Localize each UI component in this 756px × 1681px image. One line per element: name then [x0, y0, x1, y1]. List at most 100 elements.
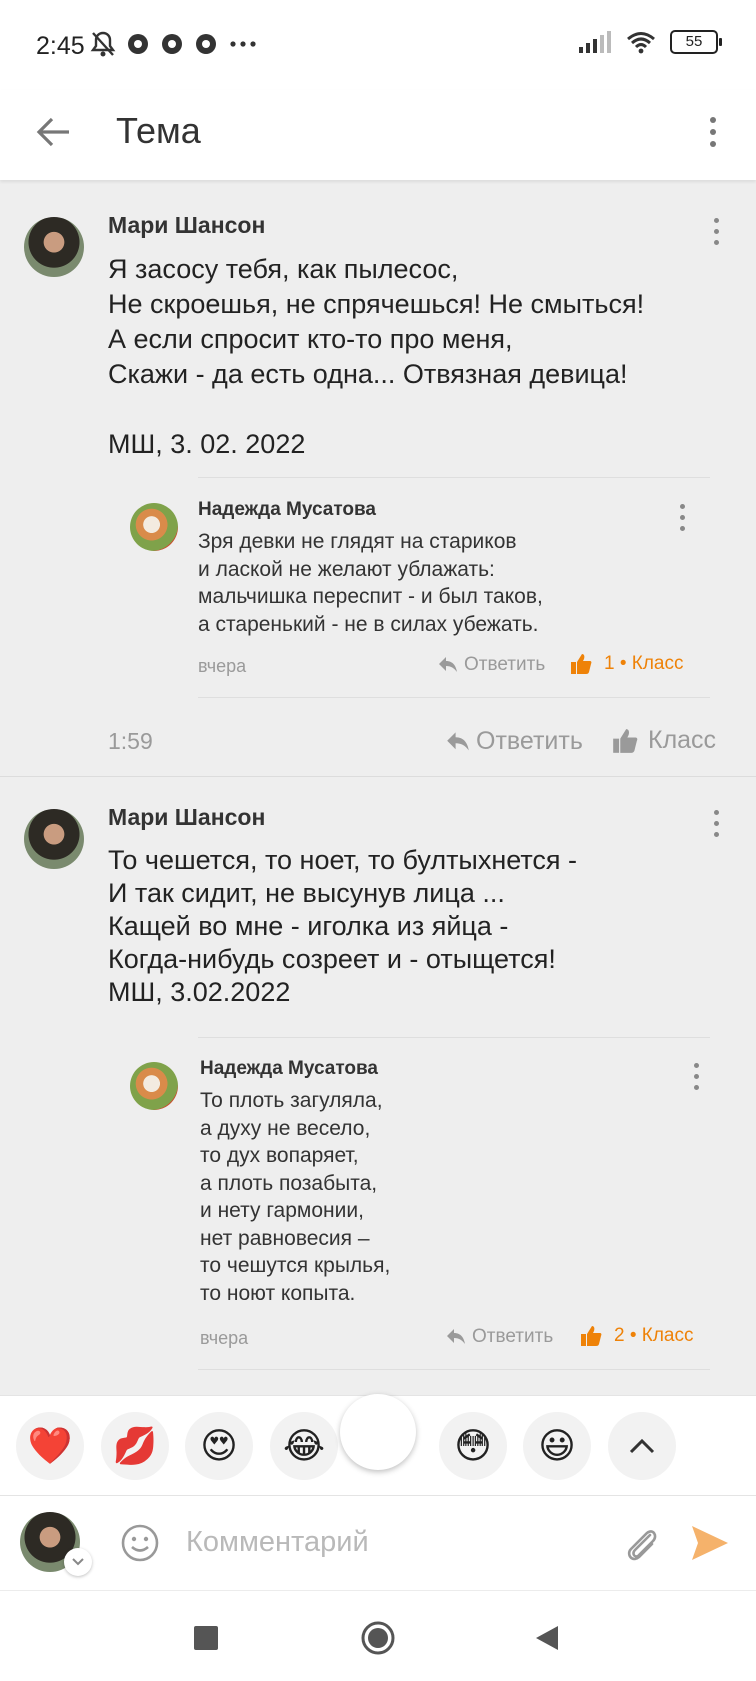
thumbs-up-icon — [581, 1326, 602, 1346]
dot — [714, 832, 719, 837]
bell-off-icon — [90, 31, 116, 57]
status-notification-icons — [90, 30, 258, 58]
expand-reactions-button[interactable] — [608, 1412, 676, 1480]
dot — [694, 1074, 699, 1079]
post-text: Я засосу тебя, как пылесос, Не скроешья,… — [108, 254, 645, 459]
post-menu-button[interactable] — [714, 218, 719, 245]
home-circle-icon — [361, 1621, 395, 1655]
divider — [198, 1369, 710, 1370]
app-bar: Тема — [0, 90, 756, 180]
send-icon — [692, 1526, 728, 1560]
reaction-drag-handle[interactable] — [340, 1394, 416, 1470]
dot — [714, 218, 719, 223]
system-nav-bar — [0, 1590, 756, 1681]
comments-feed[interactable]: Мари Шансон Я засосу тебя, как пылесос, … — [0, 180, 756, 1395]
post-answer-button[interactable]: Ответить — [446, 727, 583, 756]
dot — [694, 1063, 699, 1068]
reaction-smile[interactable]: 😃 — [523, 1412, 591, 1480]
avatar[interactable] — [130, 503, 178, 551]
reply-arrow-icon — [447, 1329, 465, 1344]
send-button[interactable] — [690, 1524, 730, 1567]
dot — [714, 229, 719, 234]
dot — [714, 810, 719, 815]
avatar[interactable] — [24, 809, 84, 869]
emoji-button[interactable] — [120, 1523, 160, 1568]
back-button[interactable] — [34, 112, 74, 152]
page-title: Тема — [116, 110, 201, 151]
reply-menu-button[interactable] — [680, 504, 685, 531]
reply-text: То плоть загуляла, а духу не весело, то … — [200, 1089, 391, 1305]
reply-timestamp: вчера — [198, 656, 247, 676]
paperclip-icon — [627, 1530, 657, 1561]
chrome-icon — [162, 34, 182, 54]
divider — [198, 697, 710, 698]
dot — [680, 515, 685, 520]
reply-like-count: 2 • Класс — [614, 1325, 694, 1346]
arrow-left-icon — [36, 117, 69, 147]
reply-like-count: 1 • Класс — [604, 653, 684, 674]
avatar[interactable] — [130, 1062, 178, 1110]
chevron-down-icon — [72, 1558, 84, 1566]
dot — [714, 240, 719, 245]
divider — [198, 477, 710, 478]
post-timestamp: 1:59 — [108, 728, 153, 754]
reactions-bar: ❤️ 💋 😍 😂 😳 😃 — [0, 1394, 756, 1496]
status-time: 2:45 — [36, 32, 85, 60]
battery-icon: 55 — [670, 30, 722, 54]
comment-composer: Комментарий — [0, 1495, 756, 1591]
dot — [680, 504, 685, 509]
status-bar: 2:45 55 — [0, 0, 756, 90]
account-switch-button[interactable] — [64, 1548, 92, 1576]
reply-author[interactable]: Надежда Мусатова — [198, 499, 376, 521]
comment-input[interactable]: Комментарий — [186, 1526, 369, 1559]
reaction-heart-eyes[interactable]: 😍 — [185, 1412, 253, 1480]
dot — [714, 821, 719, 826]
dot — [694, 1085, 699, 1090]
reaction-kiss[interactable]: 💋 — [101, 1412, 169, 1480]
status-system-icons: 55 — [578, 30, 722, 54]
divider — [198, 1037, 710, 1038]
signal-icon — [579, 31, 611, 53]
post-author[interactable]: Мари Шансон — [108, 212, 265, 239]
post-separator — [0, 776, 756, 777]
thumbs-up-icon — [571, 654, 592, 674]
post-menu-button[interactable] — [714, 810, 719, 837]
post-text: То чешется, то ноет, то бултыхнется - И … — [108, 845, 578, 1007]
post-answer-label: Ответить — [476, 727, 583, 755]
post-like-button[interactable]: Класс — [612, 726, 716, 755]
reaction-flushed[interactable]: 😳 — [439, 1412, 507, 1480]
back-nav-button[interactable] — [534, 1624, 560, 1657]
smiley-icon — [121, 1524, 159, 1562]
reply-answer-label: Ответить — [472, 1326, 554, 1347]
triangle-back-icon — [536, 1626, 558, 1650]
reply-arrow-icon — [447, 731, 469, 750]
thumbs-up-icon — [613, 728, 638, 753]
reaction-laugh[interactable]: 😂 — [270, 1412, 338, 1480]
post-like-label: Класс — [648, 726, 717, 754]
chevron-up-icon — [629, 1438, 655, 1454]
reply-timestamp: вчера — [200, 1328, 249, 1348]
more-notifications-icon — [230, 41, 256, 47]
dot — [680, 526, 685, 531]
reply-text: Зря девки не глядят на стариков и лаской… — [198, 530, 543, 636]
avatar[interactable] — [24, 217, 84, 277]
reply-like-button[interactable]: 2 • Класс — [580, 1325, 694, 1347]
attach-button[interactable] — [622, 1523, 660, 1570]
reply-author[interactable]: Надежда Мусатова — [200, 1058, 378, 1080]
reply-answer-button[interactable]: Ответить — [446, 1326, 553, 1348]
reply-answer-button[interactable]: Ответить — [438, 654, 545, 676]
chrome-icon — [128, 34, 148, 54]
dot — [710, 141, 716, 147]
home-button[interactable] — [361, 1621, 395, 1655]
post-author[interactable]: Мари Шансон — [108, 804, 265, 831]
reply-menu-button[interactable] — [694, 1063, 699, 1090]
reply-arrow-icon — [439, 657, 457, 672]
wifi-icon — [627, 32, 655, 54]
reply-like-button[interactable]: 1 • Класс — [570, 653, 684, 675]
recents-button[interactable] — [194, 1626, 218, 1650]
dot — [710, 129, 716, 135]
more-options-button[interactable] — [700, 108, 726, 156]
dot — [710, 117, 716, 123]
reaction-heart[interactable]: ❤️ — [16, 1412, 84, 1480]
reply-answer-label: Ответить — [464, 654, 546, 675]
